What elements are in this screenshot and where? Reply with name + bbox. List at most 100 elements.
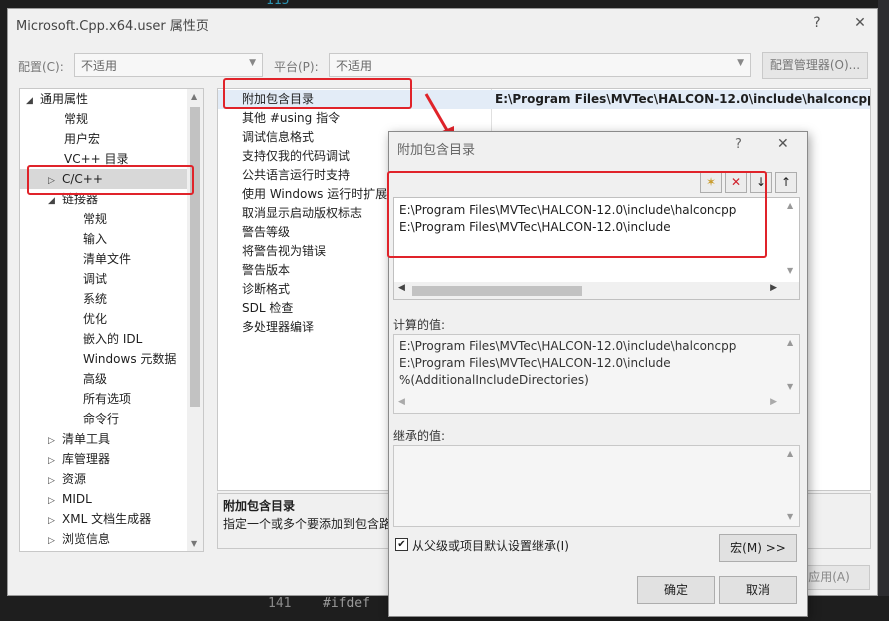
move-up-icon[interactable]: ↑ (775, 172, 797, 193)
property-value[interactable]: E:\Program Files\MVTec\HALCON-12.0\inclu… (495, 90, 870, 109)
tree-item-label: 通用属性 (40, 92, 89, 106)
horizontal-scrollbar-thumb[interactable] (412, 286, 582, 296)
scroll-up-icon[interactable]: ▲ (787, 449, 793, 458)
dialog-help-button[interactable]: ? (735, 137, 742, 152)
config-select-value: 不适用 (81, 59, 118, 73)
tree-item-manifest-tool[interactable]: ▷ 清单工具 (48, 429, 110, 449)
property-tree[interactable]: ◢ 通用属性 常规 用户宏 VC++ 目录 ▷ C/C++ ◢ 链接器 常规 输入 清… (19, 88, 204, 552)
scroll-left-icon[interactable]: ◀ (398, 397, 405, 407)
property-name: 公共语言运行时支持 (242, 168, 351, 182)
property-name: 其他 #using 指令 (242, 111, 341, 125)
collapsed-arrow-icon: ▷ (48, 456, 55, 466)
tree-item-user-macros[interactable]: 用户宏 (64, 129, 100, 149)
inherit-checkbox[interactable]: ✔ (395, 538, 408, 551)
tree-item-linker-windows-metadata[interactable]: Windows 元数据 (83, 349, 176, 369)
tree-item-linker-debug[interactable]: 调试 (83, 269, 107, 289)
collapsed-arrow-icon: ▷ (48, 536, 55, 546)
scroll-down-icon[interactable]: ▼ (787, 382, 793, 391)
editor-horizontal-scrollbar[interactable]: ◀ ▶ (394, 282, 799, 299)
computed-value-line: %(AdditionalIncludeDirectories) (399, 373, 589, 387)
config-select[interactable]: 不适用 ▼ (74, 53, 263, 77)
scroll-up-icon[interactable]: ▲ (787, 201, 793, 210)
computed-vertical-scrollbar[interactable]: ▲ ▼ (783, 335, 799, 397)
configuration-manager-button[interactable]: 配置管理器(O)... (762, 52, 868, 79)
editor-line-number-top: 115 (266, 0, 290, 8)
editor-vertical-scrollbar[interactable]: ▲ ▼ (783, 198, 799, 282)
inherited-values-label: 继承的值: (393, 429, 446, 443)
tree-item-linker-input[interactable]: 输入 (83, 229, 107, 249)
inherit-checkbox-label[interactable]: 从父级或项目默认设置继承(I) (412, 537, 569, 554)
tree-item-linker-general[interactable]: 常规 (83, 209, 107, 229)
tree-item-label: 浏览信息 (62, 532, 111, 546)
tree-item-label: 库管理器 (62, 452, 111, 466)
collapsed-arrow-icon: ▷ (48, 436, 55, 446)
collapsed-arrow-icon: ▷ (48, 476, 55, 486)
tree-item-common-properties[interactable]: ◢ 通用属性 (26, 89, 88, 109)
tree-item-label: 清单工具 (62, 432, 111, 446)
scroll-right-icon[interactable]: ▶ (770, 397, 777, 407)
platform-select-value: 不适用 (336, 59, 373, 73)
inherited-vertical-scrollbar[interactable]: ▲ ▼ (783, 446, 799, 526)
config-label: 配置(C): (18, 60, 64, 74)
tree-item-linker-optimization[interactable]: 优化 (83, 309, 107, 329)
computed-values-box: E:\Program Files\MVTec\HALCON-12.0\inclu… (393, 334, 800, 414)
tree-item-linker-system[interactable]: 系统 (83, 289, 107, 309)
property-name: 将警告视为错误 (242, 244, 327, 258)
editor-background-right (878, 0, 889, 621)
annotation-box-include-dirs (223, 78, 412, 109)
scroll-down-icon[interactable]: ▼ (787, 512, 793, 521)
tree-item-midl[interactable]: ▷ MIDL (48, 489, 92, 509)
tree-item-linker-command-line[interactable]: 命令行 (83, 409, 119, 429)
dialog-close-button[interactable]: ✕ (777, 136, 789, 152)
property-name: 支持仅我的代码调试 (242, 149, 351, 163)
tree-item-xml-doc-generator[interactable]: ▷ XML 文档生成器 (48, 509, 151, 529)
expanded-arrow-icon: ◢ (26, 96, 33, 106)
computed-values-label: 计算的值: (393, 318, 446, 332)
tree-item-linker-embedded-idl[interactable]: 嵌入的 IDL (83, 329, 142, 349)
annotation-box-cpp (27, 165, 194, 195)
help-button[interactable]: ? (805, 13, 829, 33)
platform-label: 平台(P): (274, 60, 319, 74)
scroll-left-icon[interactable]: ◀ (398, 283, 405, 293)
ok-button[interactable]: 确定 (637, 576, 715, 604)
scroll-down-icon[interactable]: ▼ (787, 266, 793, 275)
tree-item-browse-info[interactable]: ▷ 浏览信息 (48, 529, 110, 549)
tree-item-label: 资源 (62, 472, 87, 486)
property-name: 调试信息格式 (242, 130, 315, 144)
grid-row[interactable]: 其他 #using 指令 (218, 109, 870, 128)
tree-item-label: XML 文档生成器 (62, 512, 152, 526)
property-name: 警告等级 (242, 225, 291, 239)
tree-item-linker-all-options[interactable]: 所有选项 (83, 389, 131, 409)
description-text: 指定一个或多个要添加到包含路 (223, 517, 392, 531)
chevron-down-icon: ▼ (249, 58, 256, 68)
property-name: 多处理器编译 (242, 320, 315, 334)
scroll-up-icon[interactable]: ▲ (787, 338, 793, 347)
inherited-values-box: ▲ ▼ (393, 445, 800, 527)
scroll-down-icon[interactable]: ▼ (191, 539, 197, 548)
tree-item-general[interactable]: 常规 (64, 109, 88, 129)
collapsed-arrow-icon: ▷ (48, 496, 55, 506)
scroll-right-icon[interactable]: ▶ (770, 283, 777, 293)
property-name: 使用 Windows 运行时扩展 (242, 187, 388, 201)
collapsed-arrow-icon: ▷ (48, 516, 55, 526)
scroll-up-icon[interactable]: ▲ (191, 92, 197, 101)
annotation-box-entries (387, 171, 767, 258)
tree-item-librarian[interactable]: ▷ 库管理器 (48, 449, 110, 469)
editor-background-top (230, 0, 370, 8)
cancel-button[interactable]: 取消 (719, 576, 797, 604)
chevron-down-icon: ▼ (737, 58, 744, 68)
property-name: 警告版本 (242, 263, 291, 277)
tree-scrollbar-thumb[interactable] (190, 107, 200, 407)
tree-item-linker-manifest[interactable]: 清单文件 (83, 249, 131, 269)
tree-item-linker-advanced[interactable]: 高级 (83, 369, 107, 389)
property-name: SDL 检查 (242, 301, 294, 315)
editor-line-number-bottom: 141 (268, 596, 292, 611)
macros-button[interactable]: 宏(M) >> (719, 534, 797, 562)
property-name: 取消显示启动版权标志 (242, 206, 363, 220)
computed-horizontal-scrollbar[interactable]: ◀ ▶ (394, 396, 799, 413)
tree-item-resources[interactable]: ▷ 资源 (48, 469, 86, 489)
close-button[interactable]: ✕ (848, 13, 872, 33)
tree-scrollbar[interactable]: ▲ ▼ (187, 89, 203, 551)
platform-select[interactable]: 不适用 ▼ (329, 53, 751, 77)
description-title: 附加包含目录 (223, 499, 296, 513)
